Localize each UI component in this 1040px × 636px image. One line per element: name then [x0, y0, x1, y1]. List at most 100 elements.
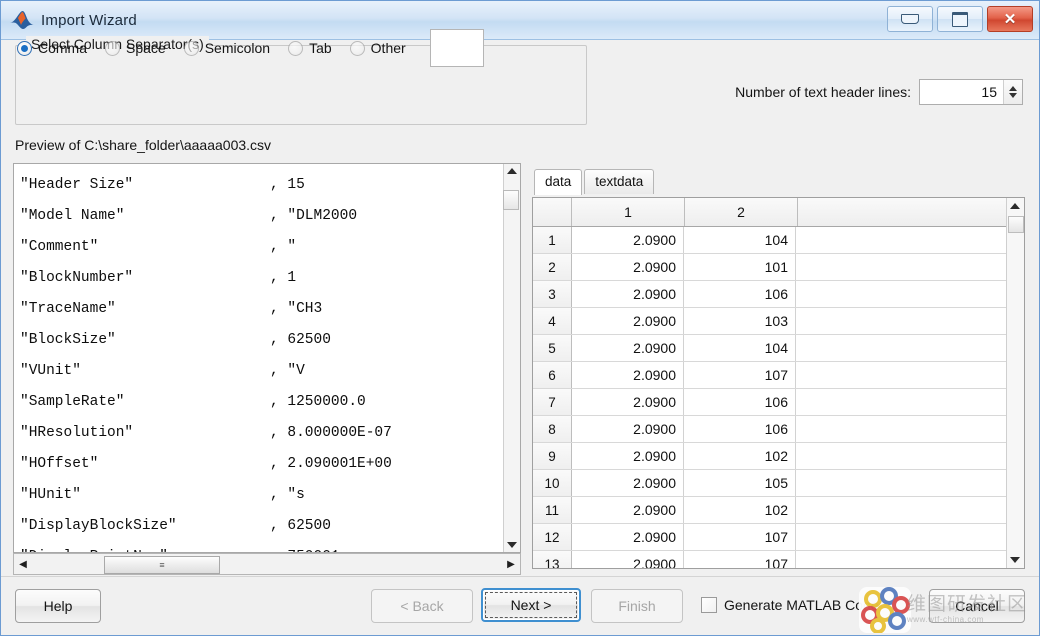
column-header-2[interactable]: 2 [685, 198, 798, 226]
header-lines-arrows[interactable] [1003, 80, 1022, 104]
preview-scroll-up-icon[interactable] [507, 168, 517, 174]
column-header-1[interactable]: 1 [572, 198, 685, 226]
preview-hscroll-track[interactable]: ≡ [32, 554, 502, 574]
table-row-number: 3 [533, 281, 572, 307]
table-row[interactable]: 13 2.0900 107 [533, 551, 1006, 568]
table-row[interactable]: 7 2.0900 106 [533, 389, 1006, 416]
radio-comma-icon[interactable] [17, 40, 32, 56]
table-row[interactable]: 8 2.0900 106 [533, 416, 1006, 443]
close-button[interactable]: ✕ [987, 6, 1033, 32]
table-cell[interactable]: 107 [684, 362, 796, 388]
preview-row-key: "Header Size" [20, 177, 134, 193]
radio-space-label: Space [126, 40, 166, 56]
back-button[interactable]: < Back [371, 589, 473, 623]
spinner-down-icon[interactable] [1009, 93, 1017, 98]
table-cell[interactable]: 106 [684, 281, 796, 307]
table-row[interactable]: 11 2.0900 102 [533, 497, 1006, 524]
table-cell[interactable]: 2.0900 [572, 227, 684, 253]
table-cell[interactable]: 2.0900 [572, 335, 684, 361]
table-cell[interactable]: 2.0900 [572, 281, 684, 307]
tab-textdata[interactable]: textdata [584, 169, 655, 194]
table-row-filler [796, 416, 1006, 442]
table-cell[interactable]: 107 [684, 551, 796, 568]
preview-row-value: , 62500 [270, 518, 331, 534]
table-row-number: 11 [533, 497, 572, 523]
generate-code-checkbox-wrap[interactable]: Generate MATLAB Code [701, 597, 879, 613]
table-scroll-up-icon[interactable] [1010, 203, 1020, 209]
finish-button[interactable]: Finish [591, 589, 683, 623]
table-cell[interactable]: 105 [684, 470, 796, 496]
table-cell[interactable]: 107 [684, 524, 796, 550]
table-cell[interactable]: 2.0900 [572, 362, 684, 388]
table-cell[interactable]: 106 [684, 416, 796, 442]
radio-option-space[interactable]: Space [105, 40, 166, 56]
table-cell[interactable]: 102 [684, 443, 796, 469]
table-row[interactable]: 3 2.0900 106 [533, 281, 1006, 308]
table-cell[interactable]: 102 [684, 497, 796, 523]
preview-scroll-thumb[interactable] [503, 190, 519, 210]
table-scroll-thumb[interactable] [1008, 216, 1024, 233]
table-cell[interactable]: 2.0900 [572, 443, 684, 469]
preview-row-value: , " [270, 239, 297, 255]
table-vertical-scrollbar[interactable] [1006, 198, 1024, 568]
table-row[interactable]: 2 2.0900 101 [533, 254, 1006, 281]
header-lines-value[interactable]: 15 [920, 80, 1003, 104]
preview-scroll-down-icon[interactable] [507, 542, 517, 548]
radio-space-icon[interactable] [105, 40, 121, 56]
table-row-filler [796, 362, 1006, 388]
table-row[interactable]: 12 2.0900 107 [533, 524, 1006, 551]
other-separator-input[interactable] [429, 29, 484, 67]
table-cell[interactable]: 2.0900 [572, 254, 684, 280]
table-row[interactable]: 6 2.0900 107 [533, 362, 1006, 389]
radio-other-icon[interactable] [349, 40, 365, 56]
minimize-button[interactable] [887, 6, 933, 32]
table-cell[interactable]: 104 [684, 335, 796, 361]
table-cell[interactable]: 103 [684, 308, 796, 334]
preview-row-value: , "CH3 [270, 301, 323, 317]
table-cell[interactable]: 2.0900 [572, 308, 684, 334]
watermark-text: 维图研发社区 [907, 594, 1028, 615]
radio-other-label: Other [370, 40, 406, 56]
table-cell[interactable]: 2.0900 [572, 416, 684, 442]
table-row[interactable]: 9 2.0900 102 [533, 443, 1006, 470]
preview-hscroll-left-icon[interactable]: ◀ [14, 559, 32, 570]
radio-semicolon-icon[interactable] [183, 40, 199, 56]
preview-row-key: "HUnit" [20, 487, 81, 503]
preview-row: "TraceName" , "CH3 [20, 294, 503, 325]
table-row-filler [796, 470, 1006, 496]
help-button[interactable]: Help [15, 589, 101, 623]
radio-tab-icon[interactable] [288, 40, 304, 56]
table-row-number: 6 [533, 362, 572, 388]
preview-hscroll-right-icon[interactable]: ▶ [502, 559, 520, 570]
radio-option-tab[interactable]: Tab [288, 40, 332, 56]
radio-option-semicolon[interactable]: Semicolon [183, 40, 270, 56]
table-cell[interactable]: 104 [684, 227, 796, 253]
preview-vertical-scrollbar[interactable] [503, 164, 520, 552]
table-cell[interactable]: 2.0900 [572, 497, 684, 523]
table-cell[interactable]: 2.0900 [572, 389, 684, 415]
next-button[interactable]: Next > [481, 588, 581, 622]
preview-text-pane[interactable]: "Header Size", 15 "Model Name", "DLM2000 "… [13, 163, 521, 553]
header-lines-spinner[interactable]: 15 [919, 79, 1023, 105]
tab-data[interactable]: data [534, 169, 583, 195]
table-scroll-down-icon[interactable] [1010, 557, 1020, 563]
radio-option-comma[interactable]: Comma [17, 40, 87, 56]
maximize-icon [952, 11, 968, 27]
preview-row-key: "HResolution" [20, 425, 134, 441]
preview-horizontal-scrollbar[interactable]: ◀ ≡ ▶ [13, 553, 521, 575]
spinner-up-icon[interactable] [1009, 86, 1017, 91]
table-row[interactable]: 10 2.0900 105 [533, 470, 1006, 497]
preview-hscroll-thumb[interactable]: ≡ [104, 556, 220, 574]
generate-code-checkbox[interactable] [701, 597, 717, 613]
table-row[interactable]: 5 2.0900 104 [533, 335, 1006, 362]
table-row[interactable]: 1 2.0900 104 [533, 227, 1006, 254]
table-row[interactable]: 4 2.0900 103 [533, 308, 1006, 335]
radio-option-other[interactable]: Other [349, 40, 406, 56]
table-cell[interactable]: 106 [684, 389, 796, 415]
table-cell[interactable]: 2.0900 [572, 470, 684, 496]
table-cell[interactable]: 2.0900 [572, 551, 684, 568]
table-row-filler [796, 389, 1006, 415]
maximize-button[interactable] [937, 6, 983, 32]
table-cell[interactable]: 101 [684, 254, 796, 280]
table-cell[interactable]: 2.0900 [572, 524, 684, 550]
